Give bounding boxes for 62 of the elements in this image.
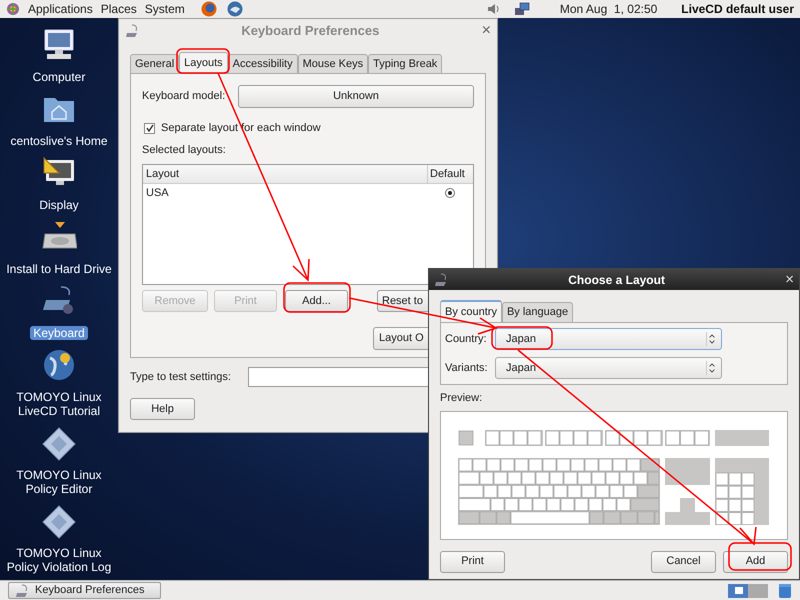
field-label: Country: [445,332,488,347]
desktop-icon-label[interactable]: Display [36,198,82,212]
table-cell-text: USA [145,186,170,201]
desktop-icon-label[interactable]: centoslive's Home [8,134,110,148]
dropdown-value: Japan [506,360,536,376]
window-title: Keyboard Preferences [240,22,380,40]
dropdown-value: Japan [506,332,536,347]
dropdown[interactable]: Japan [495,328,722,350]
trash-icon [778,582,792,598]
taskbar-button[interactable]: Keyboard Preferences [8,582,161,599]
field-label: Keyboard model: [142,89,226,104]
tab[interactable]: Typing Break [368,54,442,73]
diamond-icon [40,504,77,540]
section-label: Preview: [440,391,482,406]
desktop-icon-label[interactable]: TOMOYO Linux Policy Violation Log [4,546,114,574]
desktop-icon-label[interactable]: Keyboard [30,326,88,340]
logo-icon [6,2,20,16]
desktop-icon-label[interactable]: Install to Hard Drive [3,262,115,276]
section-label: Selected layouts: [142,142,226,158]
checkbox[interactable] [144,122,155,134]
desktop-icon-label[interactable]: TOMOYO Linux Policy Editor [13,468,105,496]
tab[interactable]: Accessibility [228,54,298,73]
clock[interactable]: Mon Aug 1, 02:50 [560,0,658,18]
menu-item[interactable]: Places [100,0,137,18]
tab[interactable]: General [130,54,180,73]
highlight-outline [283,282,351,313]
field-label: Variants: [445,360,489,376]
tab[interactable]: By language [502,302,574,322]
updown-icon [706,332,716,346]
tab[interactable]: Layouts [179,52,228,73]
button[interactable]: Add... [285,290,348,312]
mail-icon [226,1,243,17]
menu-item[interactable]: System [144,0,185,18]
highlight-outline [728,542,792,571]
radio-button[interactable] [445,188,455,198]
button[interactable]: Cancel [651,550,716,572]
button[interactable]: Add [723,550,788,572]
network-icon [514,2,530,16]
button[interactable]: Unknown [238,85,474,108]
column-header[interactable]: Layout [143,165,427,183]
updown-icon [706,361,716,375]
desktop-icon-label[interactable]: TOMOYO Linux LiveCD Tutorial [13,390,105,418]
workspace-switcher-icon [728,582,768,598]
diamond-icon [40,426,77,462]
volume-icon [486,1,500,17]
highlight-outline [176,48,230,74]
column-header[interactable]: Default [427,165,473,183]
browser-icon [200,1,217,17]
desktop-icon-label[interactable]: Computer [30,70,88,84]
close-button[interactable]: × [785,272,794,287]
close-button[interactable]: × [482,23,491,39]
check-icon [146,124,154,132]
dropdown[interactable]: Japan [495,357,722,379]
user-name[interactable]: LiveCD default user [681,0,794,18]
button[interactable]: Print [440,550,505,572]
window-title: Choose a Layout [567,272,666,288]
menu-item[interactable]: Applications [28,0,93,18]
button[interactable]: Help [130,398,195,420]
highlight-outline [491,326,553,350]
field-label: Type to test settings: [130,370,232,385]
tab[interactable]: By country [440,300,502,322]
tab[interactable]: Mouse Keys [298,54,368,73]
